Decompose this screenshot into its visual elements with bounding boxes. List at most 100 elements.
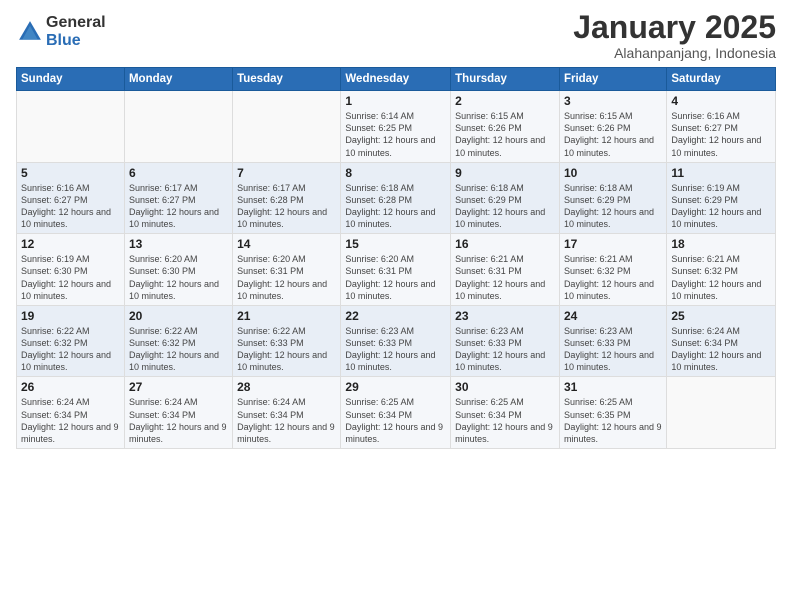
day-number: 12 (21, 237, 120, 251)
day-info: Sunrise: 6:21 AMSunset: 6:32 PMDaylight:… (564, 253, 662, 302)
weekday-header-thursday: Thursday (451, 68, 560, 91)
calendar-cell: 3 Sunrise: 6:15 AMSunset: 6:26 PMDaylight… (559, 91, 666, 163)
calendar-table: SundayMondayTuesdayWednesdayThursdayFrid… (16, 67, 776, 449)
day-info: Sunrise: 6:23 AMSunset: 6:33 PMDaylight:… (345, 325, 446, 374)
day-info: Sunrise: 6:16 AMSunset: 6:27 PMDaylight:… (671, 110, 771, 159)
calendar-cell: 17 Sunrise: 6:21 AMSunset: 6:32 PMDayligh… (559, 234, 666, 306)
calendar-cell: 2 Sunrise: 6:15 AMSunset: 6:26 PMDaylight… (451, 91, 560, 163)
day-number: 22 (345, 309, 446, 323)
title-block: January 2025 Alahanpanjang, Indonesia (573, 10, 776, 61)
day-info: Sunrise: 6:16 AMSunset: 6:27 PMDaylight:… (21, 182, 120, 231)
day-info: Sunrise: 6:24 AMSunset: 6:34 PMDaylight:… (129, 396, 228, 445)
logo-blue: Blue (46, 32, 106, 50)
weekday-header-row: SundayMondayTuesdayWednesdayThursdayFrid… (17, 68, 776, 91)
day-number: 6 (129, 166, 228, 180)
weekday-header-monday: Monday (124, 68, 232, 91)
day-info: Sunrise: 6:15 AMSunset: 6:26 PMDaylight:… (564, 110, 662, 159)
day-number: 15 (345, 237, 446, 251)
calendar-page: General Blue January 2025 Alahanpanjang,… (0, 0, 792, 612)
calendar-cell: 16 Sunrise: 6:21 AMSunset: 6:31 PMDayligh… (451, 234, 560, 306)
calendar-cell: 23 Sunrise: 6:23 AMSunset: 6:33 PMDayligh… (451, 305, 560, 377)
calendar-cell (124, 91, 232, 163)
calendar-cell: 4 Sunrise: 6:16 AMSunset: 6:27 PMDaylight… (667, 91, 776, 163)
day-number: 19 (21, 309, 120, 323)
day-info: Sunrise: 6:18 AMSunset: 6:29 PMDaylight:… (564, 182, 662, 231)
day-number: 5 (21, 166, 120, 180)
calendar-cell: 20Sunrise: 6:22 AMSunset: 6:32 PMDayligh… (124, 305, 232, 377)
day-info: Sunrise: 6:19 AMSunset: 6:29 PMDaylight:… (671, 182, 771, 231)
calendar-cell: 21 Sunrise: 6:22 AMSunset: 6:33 PMDayligh… (233, 305, 341, 377)
logo-icon (16, 18, 44, 46)
day-info: Sunrise: 6:24 AMSunset: 6:34 PMDaylight:… (671, 325, 771, 374)
calendar-cell: 22 Sunrise: 6:23 AMSunset: 6:33 PMDayligh… (341, 305, 451, 377)
calendar-week-1: 1 Sunrise: 6:14 AMSunset: 6:25 PMDaylight… (17, 91, 776, 163)
logo-text: General Blue (46, 14, 106, 49)
calendar-cell: 27 Sunrise: 6:24 AMSunset: 6:34 PMDayligh… (124, 377, 232, 449)
day-number: 4 (671, 94, 771, 108)
calendar-cell: 19 Sunrise: 6:22 AMSunset: 6:32 PMDayligh… (17, 305, 125, 377)
day-number: 28 (237, 380, 336, 394)
logo-general: General (46, 14, 106, 32)
calendar-cell: 25 Sunrise: 6:24 AMSunset: 6:34 PMDayligh… (667, 305, 776, 377)
day-number: 25 (671, 309, 771, 323)
calendar-cell: 9Sunrise: 6:18 AMSunset: 6:29 PMDaylight… (451, 162, 560, 234)
calendar-week-3: 12Sunrise: 6:19 AMSunset: 6:30 PMDayligh… (17, 234, 776, 306)
calendar-week-2: 5 Sunrise: 6:16 AMSunset: 6:27 PMDaylight… (17, 162, 776, 234)
day-info: Sunrise: 6:25 AMSunset: 6:34 PMDaylight:… (345, 396, 446, 445)
calendar-cell: 12Sunrise: 6:19 AMSunset: 6:30 PMDayligh… (17, 234, 125, 306)
weekday-header-tuesday: Tuesday (233, 68, 341, 91)
day-number: 14 (237, 237, 336, 251)
day-info: Sunrise: 6:24 AMSunset: 6:34 PMDaylight:… (21, 396, 120, 445)
day-number: 27 (129, 380, 228, 394)
calendar-cell: 14 Sunrise: 6:20 AMSunset: 6:31 PMDayligh… (233, 234, 341, 306)
day-number: 18 (671, 237, 771, 251)
day-number: 1 (345, 94, 446, 108)
calendar-cell: 31 Sunrise: 6:25 AMSunset: 6:35 PMDayligh… (559, 377, 666, 449)
day-number: 9 (455, 166, 555, 180)
calendar-cell (233, 91, 341, 163)
day-number: 8 (345, 166, 446, 180)
weekday-header-wednesday: Wednesday (341, 68, 451, 91)
day-number: 24 (564, 309, 662, 323)
day-number: 21 (237, 309, 336, 323)
day-number: 2 (455, 94, 555, 108)
day-number: 23 (455, 309, 555, 323)
day-number: 11 (671, 166, 771, 180)
day-info: Sunrise: 6:18 AMSunset: 6:28 PMDaylight:… (345, 182, 446, 231)
day-info: Sunrise: 6:25 AMSunset: 6:34 PMDaylight:… (455, 396, 555, 445)
day-info: Sunrise: 6:14 AMSunset: 6:25 PMDaylight:… (345, 110, 446, 159)
calendar-cell: 1 Sunrise: 6:14 AMSunset: 6:25 PMDaylight… (341, 91, 451, 163)
day-info: Sunrise: 6:20 AMSunset: 6:31 PMDaylight:… (345, 253, 446, 302)
day-info: Sunrise: 6:21 AMSunset: 6:31 PMDaylight:… (455, 253, 555, 302)
calendar-week-4: 19 Sunrise: 6:22 AMSunset: 6:32 PMDayligh… (17, 305, 776, 377)
weekday-header-saturday: Saturday (667, 68, 776, 91)
calendar-cell: 26 Sunrise: 6:24 AMSunset: 6:34 PMDayligh… (17, 377, 125, 449)
calendar-cell: 8 Sunrise: 6:18 AMSunset: 6:28 PMDaylight… (341, 162, 451, 234)
calendar-cell: 15 Sunrise: 6:20 AMSunset: 6:31 PMDayligh… (341, 234, 451, 306)
day-number: 30 (455, 380, 555, 394)
calendar-cell: 13Sunrise: 6:20 AMSunset: 6:30 PMDayligh… (124, 234, 232, 306)
day-info: Sunrise: 6:17 AMSunset: 6:27 PMDaylight:… (129, 182, 228, 231)
day-info: Sunrise: 6:21 AMSunset: 6:32 PMDaylight:… (671, 253, 771, 302)
day-info: Sunrise: 6:22 AMSunset: 6:32 PMDaylight:… (129, 325, 228, 374)
day-info: Sunrise: 6:23 AMSunset: 6:33 PMDaylight:… (455, 325, 555, 374)
day-info: Sunrise: 6:20 AMSunset: 6:31 PMDaylight:… (237, 253, 336, 302)
day-number: 3 (564, 94, 662, 108)
calendar-cell (667, 377, 776, 449)
calendar-cell: 18 Sunrise: 6:21 AMSunset: 6:32 PMDayligh… (667, 234, 776, 306)
day-info: Sunrise: 6:24 AMSunset: 6:34 PMDaylight:… (237, 396, 336, 445)
day-number: 31 (564, 380, 662, 394)
calendar-cell: 5 Sunrise: 6:16 AMSunset: 6:27 PMDaylight… (17, 162, 125, 234)
calendar-cell: 6 Sunrise: 6:17 AMSunset: 6:27 PMDaylight… (124, 162, 232, 234)
day-info: Sunrise: 6:25 AMSunset: 6:35 PMDaylight:… (564, 396, 662, 445)
calendar-cell: 28 Sunrise: 6:24 AMSunset: 6:34 PMDayligh… (233, 377, 341, 449)
calendar-cell: 29Sunrise: 6:25 AMSunset: 6:34 PMDayligh… (341, 377, 451, 449)
day-number: 26 (21, 380, 120, 394)
calendar-cell: 7Sunrise: 6:17 AMSunset: 6:28 PMDaylight… (233, 162, 341, 234)
day-number: 17 (564, 237, 662, 251)
day-info: Sunrise: 6:20 AMSunset: 6:30 PMDaylight:… (129, 253, 228, 302)
day-info: Sunrise: 6:15 AMSunset: 6:26 PMDaylight:… (455, 110, 555, 159)
day-info: Sunrise: 6:22 AMSunset: 6:32 PMDaylight:… (21, 325, 120, 374)
day-number: 16 (455, 237, 555, 251)
day-info: Sunrise: 6:22 AMSunset: 6:33 PMDaylight:… (237, 325, 336, 374)
